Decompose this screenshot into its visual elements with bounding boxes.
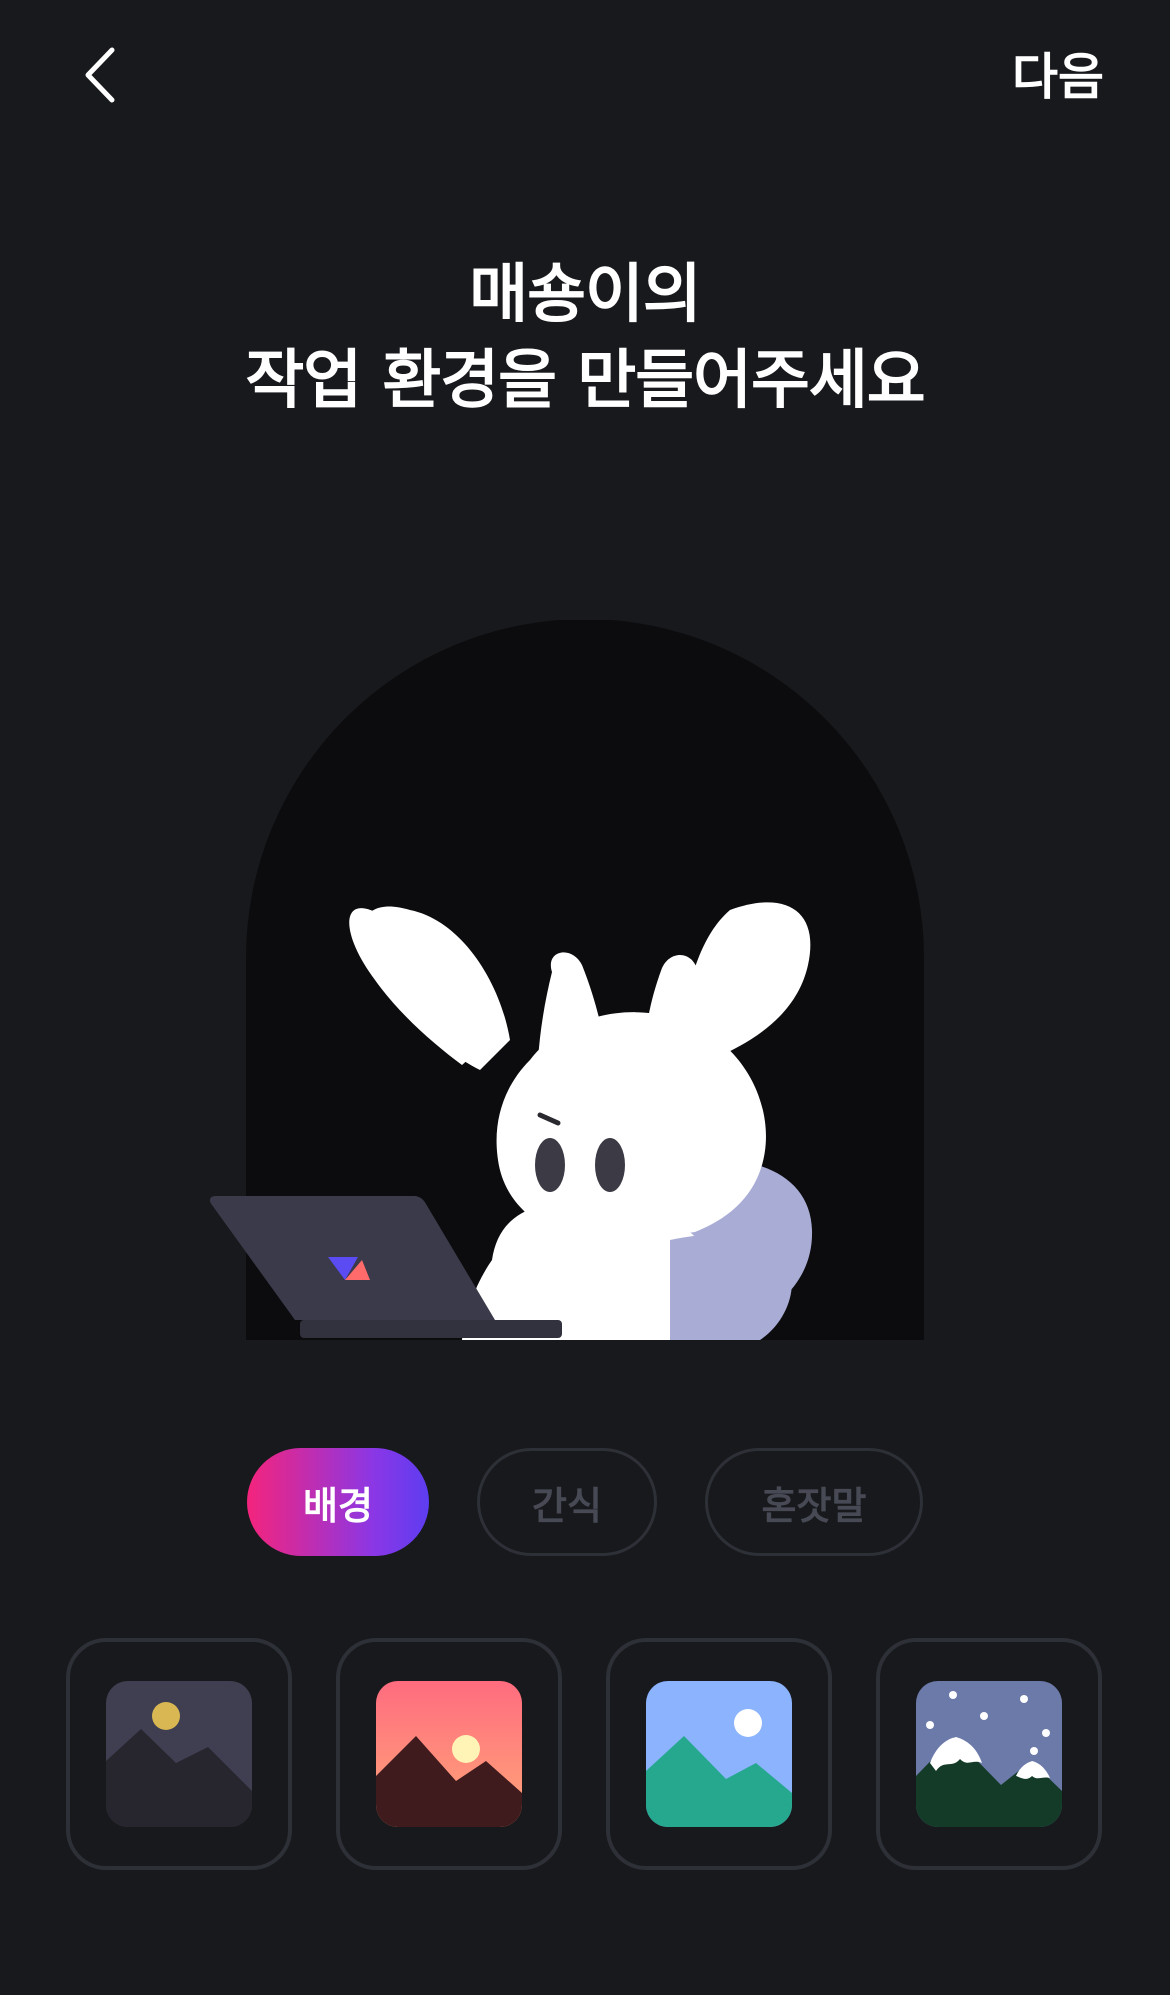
character-scene-illustration (209, 620, 924, 1340)
back-button[interactable] (70, 40, 134, 110)
category-tabs: 배경 간식 혼잣말 (0, 1448, 1170, 1560)
tab-background[interactable]: 배경 (247, 1448, 429, 1556)
tab-monologue[interactable]: 혼잣말 (705, 1448, 923, 1556)
next-button[interactable]: 다음 (1012, 42, 1104, 112)
day-sun-mountains-icon (646, 1681, 792, 1827)
title-line-1: 매숑이의 (469, 258, 702, 332)
title-line-2: 작업 환경을 만들어주세요 (245, 344, 925, 418)
background-option-night[interactable] (66, 1638, 292, 1870)
right-eye (595, 1138, 625, 1192)
left-eye (535, 1138, 565, 1192)
tab-snack[interactable]: 간식 (477, 1448, 657, 1556)
background-option-snow[interactable] (876, 1638, 1102, 1870)
background-option-day[interactable] (606, 1638, 832, 1870)
background-options (0, 1638, 1170, 1873)
night-moon-mountains-icon (106, 1681, 252, 1827)
chevron-left-icon (85, 47, 115, 103)
background-option-sunset[interactable] (336, 1638, 562, 1870)
snowy-night-mountains-icon (916, 1681, 1062, 1827)
page-title: 매숑이의 작업 환경을 만들어주세요 (0, 252, 1170, 424)
sunset-mountains-icon (376, 1681, 522, 1827)
